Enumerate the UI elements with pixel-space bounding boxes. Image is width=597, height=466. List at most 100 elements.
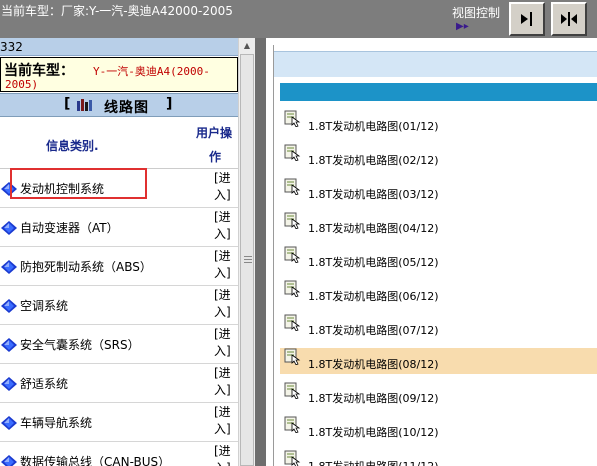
document-pointer-icon bbox=[284, 144, 301, 161]
diagram-title[interactable]: 1.8T发动机电路图(09/12) bbox=[308, 390, 439, 406]
diagram-list-item[interactable]: 1.8T发动机电路图(06/12) bbox=[280, 280, 597, 306]
diagram-title[interactable]: 1.8T发动机电路图(05/12) bbox=[308, 254, 439, 270]
blue-diamond-icon bbox=[1, 377, 17, 391]
window-title: 当前车型：厂家:Y-一汽-奥迪A42000-2005 bbox=[1, 4, 233, 18]
enter-link[interactable]: [进 bbox=[214, 442, 231, 459]
document-pointer-icon bbox=[284, 212, 301, 229]
diagram-list-item[interactable]: 1.8T发动机电路图(09/12) bbox=[280, 382, 597, 408]
section-bracket-right: ] bbox=[166, 96, 173, 112]
diagram-title[interactable]: 1.8T发动机电路图(10/12) bbox=[308, 424, 439, 440]
category-row[interactable]: 数据传输总线（CAN-BUS） [进入] bbox=[0, 442, 238, 466]
category-label[interactable]: 车辆导航系统 bbox=[20, 414, 92, 431]
enter-link-cont[interactable]: 入] bbox=[214, 459, 231, 466]
diagram-list-item[interactable]: 1.8T发动机电路图(01/12) bbox=[280, 110, 597, 136]
enter-link[interactable]: [进 bbox=[214, 325, 231, 342]
enter-link[interactable]: [进 bbox=[214, 208, 231, 225]
blue-diamond-icon bbox=[1, 416, 17, 430]
diagram-title[interactable]: 1.8T发动机电路图(11/12) bbox=[308, 458, 439, 466]
diagram-list-accent-bar bbox=[280, 83, 597, 101]
expand-right-icon bbox=[521, 12, 532, 26]
enter-link-cont[interactable]: 入] bbox=[214, 420, 231, 437]
diagram-title[interactable]: 1.8T发动机电路图(03/12) bbox=[308, 186, 439, 202]
document-pointer-icon bbox=[284, 382, 301, 399]
pane-splitter[interactable] bbox=[255, 38, 266, 466]
column-header-action-cont: 作 bbox=[209, 150, 222, 164]
diagram-title[interactable]: 1.8T发动机电路图(04/12) bbox=[308, 220, 439, 236]
diagram-list-item[interactable]: 1.8T发动机电路图(08/12) bbox=[280, 348, 597, 374]
diagram-list-item[interactable]: 1.8T发动机电路图(07/12) bbox=[280, 314, 597, 340]
document-pointer-icon bbox=[284, 314, 301, 331]
scroll-up-arrow-icon[interactable]: ▲ bbox=[239, 38, 255, 54]
enter-link-cont[interactable]: 入] bbox=[214, 381, 231, 398]
enter-link-cont[interactable]: 入] bbox=[214, 225, 231, 242]
column-header-action: 用户操 bbox=[196, 126, 233, 140]
blue-diamond-icon bbox=[1, 455, 17, 466]
section-header: [ 线路图 ] bbox=[0, 93, 238, 117]
diagram-title[interactable]: 1.8T发动机电路图(06/12) bbox=[308, 288, 439, 304]
section-title: 线路图 bbox=[104, 100, 149, 116]
category-row[interactable]: 舒适系统 [进 入] bbox=[0, 364, 238, 403]
diagram-list-item[interactable]: 1.8T发动机电路图(10/12) bbox=[280, 416, 597, 442]
category-label[interactable]: 舒适系统 bbox=[20, 375, 68, 392]
category-label[interactable]: 安全气囊系统（SRS） bbox=[20, 336, 140, 353]
document-pointer-icon bbox=[284, 280, 301, 297]
selection-highlight-box bbox=[10, 168, 147, 199]
blue-diamond-icon bbox=[1, 299, 17, 313]
diagram-list-item[interactable]: 1.8T发动机电路图(04/12) bbox=[280, 212, 597, 238]
document-pointer-icon bbox=[284, 110, 301, 127]
left-scrollbar[interactable]: ▲ bbox=[238, 38, 255, 466]
category-label[interactable]: 自动变速器（AT） bbox=[20, 219, 119, 236]
books-icon bbox=[77, 99, 92, 111]
diagram-title[interactable]: 1.8T发动机电路图(02/12) bbox=[308, 152, 439, 168]
view-control-label: 视图控制 bbox=[452, 6, 501, 20]
enter-link-cont[interactable]: 入] bbox=[214, 303, 231, 320]
diagram-list-item[interactable]: 1.8T发动机电路图(11/12) bbox=[280, 450, 597, 466]
record-counter-bar: 332 bbox=[0, 38, 238, 56]
current-model-caption: 当前车型： bbox=[4, 63, 74, 79]
enter-link[interactable]: [进 bbox=[214, 286, 231, 303]
diagram-list-panel: 1.8T发动机电路图(01/12) 1.8T发动机电路图(02/12) 1.8T发动… bbox=[266, 38, 597, 466]
record-counter: 332 bbox=[0, 40, 23, 54]
category-row[interactable]: 空调系统 [进 入] bbox=[0, 286, 238, 325]
document-pointer-icon bbox=[284, 246, 301, 263]
enter-link[interactable]: [进 bbox=[214, 403, 231, 420]
split-view-icon bbox=[561, 12, 577, 26]
category-row[interactable]: 防抱死制动系统（ABS） [进 入] bbox=[0, 247, 238, 286]
expand-right-button[interactable] bbox=[509, 2, 545, 36]
document-pointer-icon bbox=[284, 348, 301, 365]
scrollbar-thumb[interactable] bbox=[240, 54, 254, 466]
category-row[interactable]: 自动变速器（AT） [进 入] bbox=[0, 208, 238, 247]
blue-diamond-icon bbox=[1, 338, 17, 352]
split-view-button[interactable] bbox=[551, 2, 587, 36]
document-pointer-icon bbox=[284, 450, 301, 466]
category-label[interactable]: 空调系统 bbox=[20, 297, 68, 314]
category-label[interactable]: 防抱死制动系统（ABS） bbox=[20, 258, 152, 275]
current-model-value-cont: 2005) bbox=[5, 78, 39, 91]
enter-link[interactable]: [进 bbox=[214, 247, 231, 264]
view-control-icon: ▶▸ bbox=[456, 21, 469, 32]
category-row[interactable]: 车辆导航系统 [进 入] bbox=[0, 403, 238, 442]
diagram-list-item[interactable]: 1.8T发动机电路图(03/12) bbox=[280, 178, 597, 204]
enter-link-cont[interactable]: 入] bbox=[214, 342, 231, 359]
category-row[interactable]: 安全气囊系统（SRS） [进 入] bbox=[0, 325, 238, 364]
diagram-list-item[interactable]: 1.8T发动机电路图(02/12) bbox=[280, 144, 597, 170]
blue-diamond-icon bbox=[1, 260, 17, 274]
enter-link[interactable]: [进 bbox=[214, 169, 231, 186]
diagram-title[interactable]: 1.8T发动机电路图(01/12) bbox=[308, 118, 439, 134]
enter-link-cont[interactable]: 入] bbox=[214, 186, 231, 203]
diagram-list-item[interactable]: 1.8T发动机电路图(05/12) bbox=[280, 246, 597, 272]
diagram-list-header bbox=[274, 51, 597, 77]
enter-link-cont[interactable]: 入] bbox=[214, 264, 231, 281]
diagram-title[interactable]: 1.8T发动机电路图(07/12) bbox=[308, 322, 439, 338]
section-bracket-left: [ bbox=[64, 96, 71, 112]
document-pointer-icon bbox=[284, 416, 301, 433]
column-header-info: 信息类别. bbox=[46, 139, 99, 153]
blue-diamond-icon bbox=[1, 221, 17, 235]
scrollbar-grip-icon bbox=[244, 256, 252, 263]
current-model-box: 当前车型： Y-一汽-奥迪A4(2000- 2005) bbox=[0, 57, 238, 92]
enter-link[interactable]: [进 bbox=[214, 364, 231, 381]
document-pointer-icon bbox=[284, 178, 301, 195]
diagram-title[interactable]: 1.8T发动机电路图(08/12) bbox=[308, 356, 439, 372]
title-bar: 当前车型：厂家:Y-一汽-奥迪A42000-2005 视图控制 ▶▸ bbox=[0, 0, 597, 38]
category-label[interactable]: 数据传输总线（CAN-BUS） bbox=[20, 453, 170, 466]
